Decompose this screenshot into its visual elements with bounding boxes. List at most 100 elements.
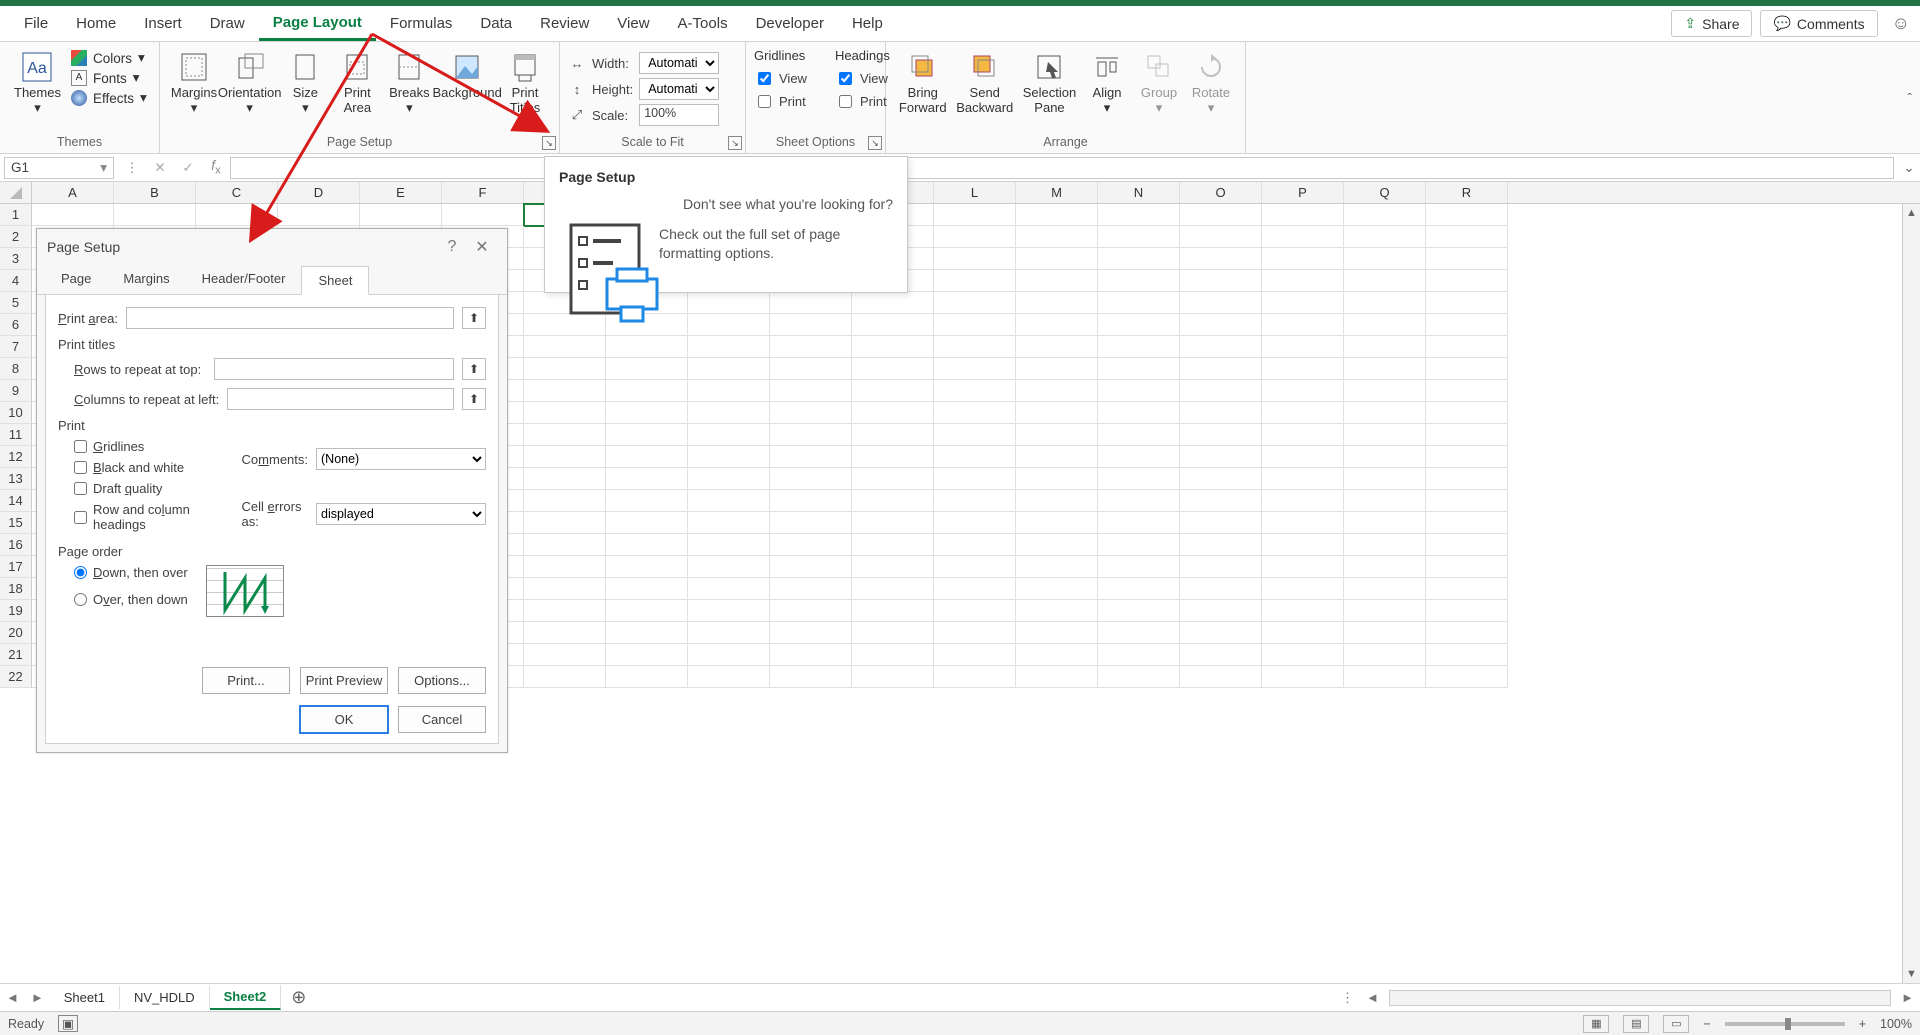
cell[interactable]: [934, 534, 1016, 556]
cell[interactable]: [1098, 468, 1180, 490]
cell[interactable]: [1016, 512, 1098, 534]
dialog-print-button[interactable]: Print...: [202, 667, 290, 694]
tab-atools[interactable]: A-Tools: [664, 6, 742, 41]
cell[interactable]: [688, 446, 770, 468]
dialog-ok-button[interactable]: OK: [300, 706, 388, 733]
cell[interactable]: [688, 380, 770, 402]
cell[interactable]: [688, 666, 770, 688]
dialog-help-button[interactable]: ?: [437, 238, 467, 256]
cell[interactable]: [934, 512, 1016, 534]
cell[interactable]: [1426, 644, 1508, 666]
cell[interactable]: [524, 336, 606, 358]
cell[interactable]: [1180, 556, 1262, 578]
row-header[interactable]: 10: [0, 402, 32, 424]
formula-input[interactable]: [230, 157, 1894, 179]
tab-developer[interactable]: Developer: [742, 6, 838, 41]
cell[interactable]: [1344, 578, 1426, 600]
cell[interactable]: [770, 424, 852, 446]
cell[interactable]: [606, 666, 688, 688]
cell[interactable]: [1016, 600, 1098, 622]
cell[interactable]: [1344, 622, 1426, 644]
dialog-cancel-button[interactable]: Cancel: [398, 706, 486, 733]
column-header[interactable]: P: [1262, 182, 1344, 203]
cell[interactable]: [852, 622, 934, 644]
cell[interactable]: [1426, 204, 1508, 226]
cell[interactable]: [524, 446, 606, 468]
cell[interactable]: [1426, 402, 1508, 424]
print-area-input[interactable]: [126, 307, 454, 329]
cell[interactable]: [852, 358, 934, 380]
cell[interactable]: [1262, 666, 1344, 688]
gridlines-print-check[interactable]: Print: [754, 92, 807, 111]
cell[interactable]: [606, 556, 688, 578]
cell[interactable]: [606, 644, 688, 666]
cell[interactable]: [1344, 512, 1426, 534]
cell[interactable]: [688, 314, 770, 336]
cell[interactable]: [852, 578, 934, 600]
rows-repeat-input[interactable]: [214, 358, 454, 380]
cell[interactable]: [770, 380, 852, 402]
cell[interactable]: [770, 336, 852, 358]
zoom-in-button[interactable]: +: [1859, 1017, 1866, 1031]
cell[interactable]: [1098, 292, 1180, 314]
sheet-tab-sheet1[interactable]: Sheet1: [50, 986, 120, 1009]
column-header[interactable]: R: [1426, 182, 1508, 203]
cell[interactable]: [1426, 666, 1508, 688]
cell[interactable]: [1016, 556, 1098, 578]
comments-select[interactable]: (None): [316, 448, 486, 470]
tab-home[interactable]: Home: [62, 6, 130, 41]
cell[interactable]: [606, 622, 688, 644]
cell[interactable]: [1426, 534, 1508, 556]
cell[interactable]: [852, 534, 934, 556]
row-header[interactable]: 14: [0, 490, 32, 512]
headings-view-check[interactable]: View: [835, 69, 890, 88]
cell[interactable]: [1180, 270, 1262, 292]
bring-forward-button[interactable]: Bring Forward: [894, 48, 952, 118]
cell[interactable]: [606, 358, 688, 380]
cell[interactable]: [1262, 402, 1344, 424]
cell[interactable]: [1016, 226, 1098, 248]
cell[interactable]: [934, 446, 1016, 468]
cell[interactable]: [1262, 358, 1344, 380]
cell[interactable]: [1180, 446, 1262, 468]
cell[interactable]: [1426, 270, 1508, 292]
cell[interactable]: [1262, 600, 1344, 622]
cell[interactable]: [524, 600, 606, 622]
cell[interactable]: [770, 600, 852, 622]
cell[interactable]: [1180, 226, 1262, 248]
cell[interactable]: [1180, 622, 1262, 644]
cell[interactable]: [852, 402, 934, 424]
cell[interactable]: [1426, 380, 1508, 402]
cell[interactable]: [934, 314, 1016, 336]
cell[interactable]: [770, 622, 852, 644]
cell[interactable]: [688, 468, 770, 490]
cell[interactable]: [1262, 204, 1344, 226]
enter-icon[interactable]: ✓: [174, 160, 202, 176]
cell[interactable]: [1180, 666, 1262, 688]
cell[interactable]: [524, 622, 606, 644]
row-header[interactable]: 12: [0, 446, 32, 468]
fx-icon[interactable]: fx: [202, 158, 230, 177]
column-header[interactable]: F: [442, 182, 524, 203]
cell[interactable]: [688, 644, 770, 666]
feedback-icon[interactable]: ☺: [1892, 13, 1910, 34]
cell[interactable]: [1016, 622, 1098, 644]
row-header[interactable]: 11: [0, 424, 32, 446]
cell[interactable]: [1426, 556, 1508, 578]
row-header[interactable]: 16: [0, 534, 32, 556]
cell[interactable]: [1344, 490, 1426, 512]
row-header[interactable]: 15: [0, 512, 32, 534]
row-header[interactable]: 8: [0, 358, 32, 380]
cell[interactable]: [1016, 292, 1098, 314]
cell[interactable]: [1180, 468, 1262, 490]
cell[interactable]: [1180, 402, 1262, 424]
cell[interactable]: [934, 468, 1016, 490]
cell[interactable]: [1344, 358, 1426, 380]
cell[interactable]: [606, 446, 688, 468]
tab-draw[interactable]: Draw: [196, 6, 259, 41]
rows-repeat-range-button[interactable]: ⬆: [462, 358, 486, 380]
dialog-tab-sheet[interactable]: Sheet: [301, 266, 369, 295]
dialog-tab-margins[interactable]: Margins: [107, 265, 185, 294]
column-header[interactable]: L: [934, 182, 1016, 203]
cell[interactable]: [1016, 644, 1098, 666]
